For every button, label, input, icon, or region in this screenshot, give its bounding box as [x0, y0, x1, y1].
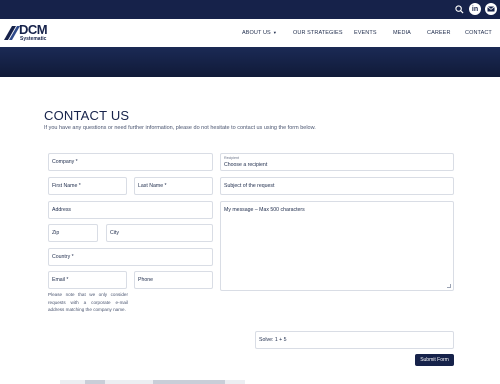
captcha-field[interactable]: Solve: 1 + 5 [255, 331, 454, 349]
nav-item-contact[interactable]: CONTACT [465, 30, 492, 36]
nav-item-media[interactable]: MEDIA [393, 30, 411, 36]
main-nav: DCM Systematic ABOUT US ▼ OUR STRATEGIES … [0, 19, 500, 47]
linkedin-glyph: in [471, 5, 479, 13]
caret-down-icon: ▼ [272, 30, 277, 35]
message-textarea[interactable]: My message – Max 500 characters [220, 201, 454, 291]
nav-item-career[interactable]: CAREER [427, 30, 451, 36]
recipient-value: Choose a recipient [224, 162, 268, 168]
nav-item-events[interactable]: EVENTS [354, 30, 377, 36]
strip-segment [153, 380, 225, 384]
company-field[interactable]: Company * [48, 153, 213, 171]
page-intro: If you have any questions or need furthe… [44, 125, 316, 131]
linkedin-icon[interactable]: in [469, 3, 481, 15]
dcm-logo[interactable]: DCM Systematic [4, 22, 50, 44]
mail-icon[interactable] [485, 3, 497, 15]
recipient-label: Recipient [224, 156, 239, 160]
top-bar: in [0, 0, 500, 19]
strip-segment [85, 380, 105, 384]
nav-item-about-us[interactable]: ABOUT US ▼ [242, 30, 277, 36]
zip-field[interactable]: Zip [48, 224, 98, 242]
logo-mark-icon [4, 26, 20, 40]
page-title: CONTACT US [44, 108, 130, 123]
phone-field[interactable]: Phone [134, 271, 213, 289]
last-name-field[interactable]: Last Name * [134, 177, 213, 195]
hero-banner [0, 47, 500, 77]
subject-field[interactable]: Subject of the request [220, 177, 454, 195]
address-field[interactable]: Address [48, 201, 213, 219]
email-field[interactable]: Email * [48, 271, 127, 289]
recipient-select[interactable]: Recipient Choose a recipient [220, 153, 454, 171]
search-icon[interactable] [453, 3, 465, 15]
email-note: Please note that we only consider reques… [48, 292, 128, 312]
city-field[interactable]: City [106, 224, 213, 242]
nav-item-our-strategies[interactable]: OUR STRATEGIES [293, 30, 343, 36]
logo-word: DCM [19, 22, 48, 37]
submit-button[interactable]: Submit Form [415, 354, 454, 366]
bottom-strip [60, 380, 245, 384]
country-field[interactable]: Country * [48, 248, 213, 266]
first-name-field[interactable]: First Name * [48, 177, 127, 195]
resize-handle-icon[interactable] [447, 284, 451, 288]
logo-subtitle: Systematic [20, 36, 47, 42]
